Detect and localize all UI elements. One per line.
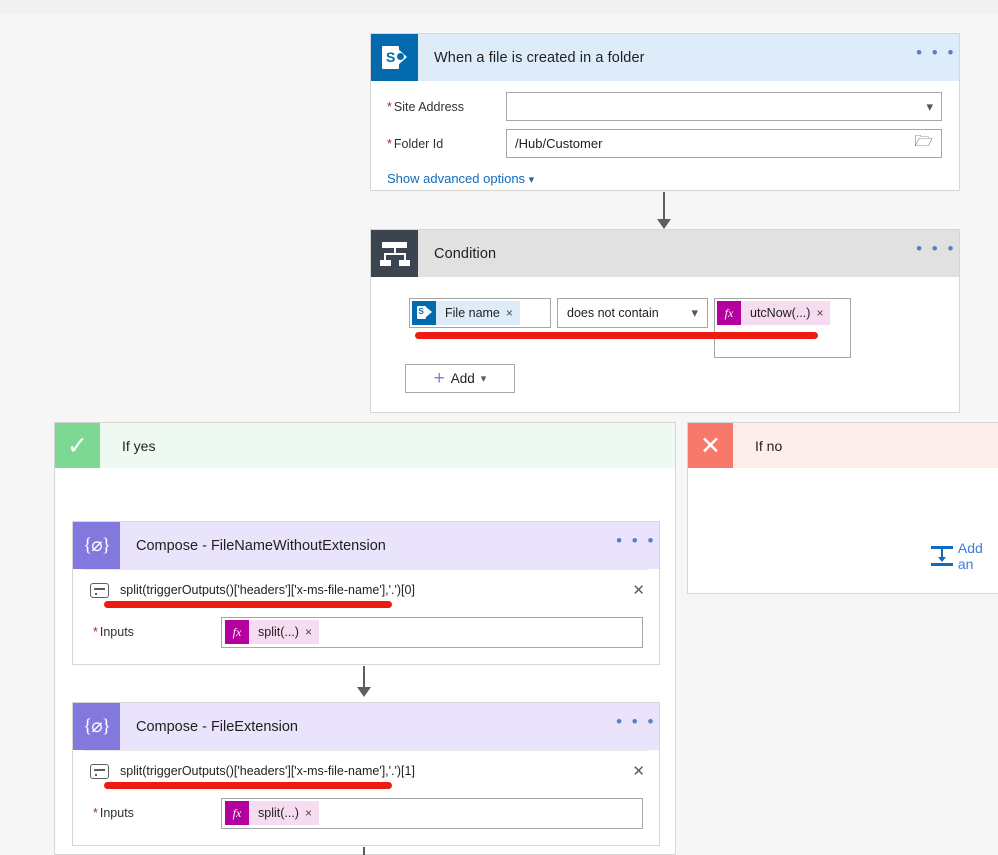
trigger-card-when-file-created[interactable]: When a file is created in a folder • • •… — [370, 33, 960, 191]
compose2-inputs-field[interactable]: fx split(...) × — [221, 797, 643, 829]
condition-right-operand-field[interactable]: fx utcNow(...) × — [714, 298, 851, 358]
if-yes-header: ✓ If yes — [55, 423, 675, 468]
condition-title: Condition — [434, 245, 497, 262]
compose1-expression-text: split(triggerOutputs()['headers']['x-ms-… — [120, 583, 415, 597]
annotation-underline-condition — [415, 332, 818, 339]
site-address-input[interactable]: ▾ — [506, 92, 942, 121]
condition-menu-button[interactable]: • • • — [913, 240, 959, 263]
add-action-icon — [931, 546, 953, 566]
chevron-down-icon: ▾ — [480, 373, 487, 385]
compose1-inputs-row: * Inputs fx split(...) × — [73, 610, 659, 654]
utcnow-token-label: utcNow(...) — [750, 306, 811, 320]
comment-icon — [90, 763, 109, 779]
compose2-menu-button[interactable]: • • • — [613, 713, 659, 736]
cross-icon: ✕ — [688, 423, 733, 468]
if-yes-label: If yes — [122, 437, 156, 454]
add-an-action-label: Add an — [957, 540, 983, 572]
condition-operator-dropdown[interactable]: does not contain ▾ — [557, 298, 708, 328]
condition-card-header[interactable]: Condition • • • — [371, 230, 959, 277]
folder-id-input[interactable]: /Hub/Customer 🗁 — [506, 129, 942, 158]
compose2-inputs-label: * Inputs — [93, 806, 134, 820]
add-an-action-link[interactable]: Add an — [931, 540, 998, 572]
condition-icon — [371, 230, 418, 277]
condition-operator-value: does not contain — [567, 306, 659, 320]
compose1-title: Compose - FileNameWithoutExtension — [136, 537, 386, 554]
annotation-underline-compose1 — [104, 601, 392, 608]
compose2-title: Compose - FileExtension — [136, 718, 298, 735]
show-advanced-options-link[interactable]: Show advanced options ▾ — [371, 171, 959, 186]
condition-left-operand-field[interactable]: File name × — [409, 298, 551, 328]
folder-id-row: * Folder Id /Hub/Customer 🗁 — [371, 127, 959, 160]
if-no-label: If no — [755, 437, 783, 454]
fx-icon: fx — [225, 620, 249, 644]
trigger-title: When a file is created in a folder — [434, 49, 645, 66]
plus-icon: + — [433, 367, 445, 389]
fx-icon: fx — [717, 301, 741, 325]
compose2-header[interactable]: {⌀} Compose - FileExtension • • • — [73, 703, 659, 750]
compose2-inputs-row: * Inputs fx split(...) × — [73, 791, 659, 835]
utcnow-token[interactable]: fx utcNow(...) × — [717, 301, 831, 325]
check-icon: ✓ — [55, 423, 100, 468]
required-asterisk: * — [387, 99, 392, 114]
folder-picker-icon[interactable]: 🗁 — [914, 131, 933, 156]
sharepoint-icon — [371, 34, 418, 81]
compose-icon: {⌀} — [73, 703, 120, 750]
compose2-expression-text: split(triggerOutputs()['headers']['x-ms-… — [120, 764, 415, 778]
top-strip — [0, 0, 998, 14]
remove-token-icon[interactable]: × — [305, 625, 312, 639]
split-token[interactable]: fx split(...) × — [225, 620, 319, 644]
connector-arrow-line — [363, 847, 365, 855]
connector-arrow-head — [657, 219, 671, 229]
required-asterisk: * — [93, 806, 98, 820]
folder-id-value: /Hub/Customer — [515, 136, 603, 151]
annotation-underline-compose2 — [104, 782, 392, 789]
connector-arrow-line — [363, 666, 365, 688]
folder-id-label: * Folder Id — [387, 136, 444, 151]
remove-expression-icon[interactable]: ✕ — [632, 581, 649, 599]
required-asterisk: * — [387, 136, 392, 151]
connector-arrow-line — [663, 192, 665, 220]
file-name-token[interactable]: File name × — [412, 301, 520, 325]
remove-token-icon[interactable]: × — [305, 806, 312, 820]
chevron-down-icon[interactable]: ▾ — [926, 99, 933, 115]
trigger-card-header[interactable]: When a file is created in a folder • • • — [371, 34, 959, 81]
add-condition-button[interactable]: + Add ▾ — [405, 364, 515, 393]
split-token-label: split(...) — [258, 625, 299, 639]
required-asterisk: * — [93, 625, 98, 639]
remove-token-icon[interactable]: × — [816, 306, 823, 320]
remove-token-icon[interactable]: × — [506, 306, 513, 320]
compose-card-filenamewithoutextension[interactable]: {⌀} Compose - FileNameWithoutExtension •… — [72, 521, 660, 665]
condition-body: File name × does not contain ▾ fx utcNow… — [371, 277, 959, 358]
file-name-token-label: File name — [445, 306, 500, 320]
chevron-down-icon: ▾ — [691, 305, 698, 320]
connector-arrow-head — [357, 687, 371, 697]
site-address-label: * Site Address — [387, 99, 465, 114]
if-no-header: ✕ If no — [688, 423, 998, 468]
split-token[interactable]: fx split(...) × — [225, 801, 319, 825]
remove-expression-icon[interactable]: ✕ — [632, 762, 649, 780]
split-token-label: split(...) — [258, 806, 299, 820]
sharepoint-icon — [412, 301, 436, 325]
fx-icon: fx — [225, 801, 249, 825]
add-button-label: Add — [450, 371, 475, 386]
compose1-header[interactable]: {⌀} Compose - FileNameWithoutExtension •… — [73, 522, 659, 569]
compose1-inputs-field[interactable]: fx split(...) × — [221, 616, 643, 648]
trigger-menu-button[interactable]: • • • — [913, 44, 959, 67]
compose1-menu-button[interactable]: • • • — [613, 532, 659, 555]
comment-icon — [90, 582, 109, 598]
compose-icon: {⌀} — [73, 522, 120, 569]
site-address-row: * Site Address ▾ — [371, 90, 959, 123]
compose1-inputs-label: * Inputs — [93, 625, 134, 639]
chevron-down-icon: ▾ — [528, 174, 535, 186]
compose-card-fileextension[interactable]: {⌀} Compose - FileExtension • • • split(… — [72, 702, 660, 846]
condition-expression-row: File name × does not contain ▾ fx utcNow… — [409, 298, 959, 358]
